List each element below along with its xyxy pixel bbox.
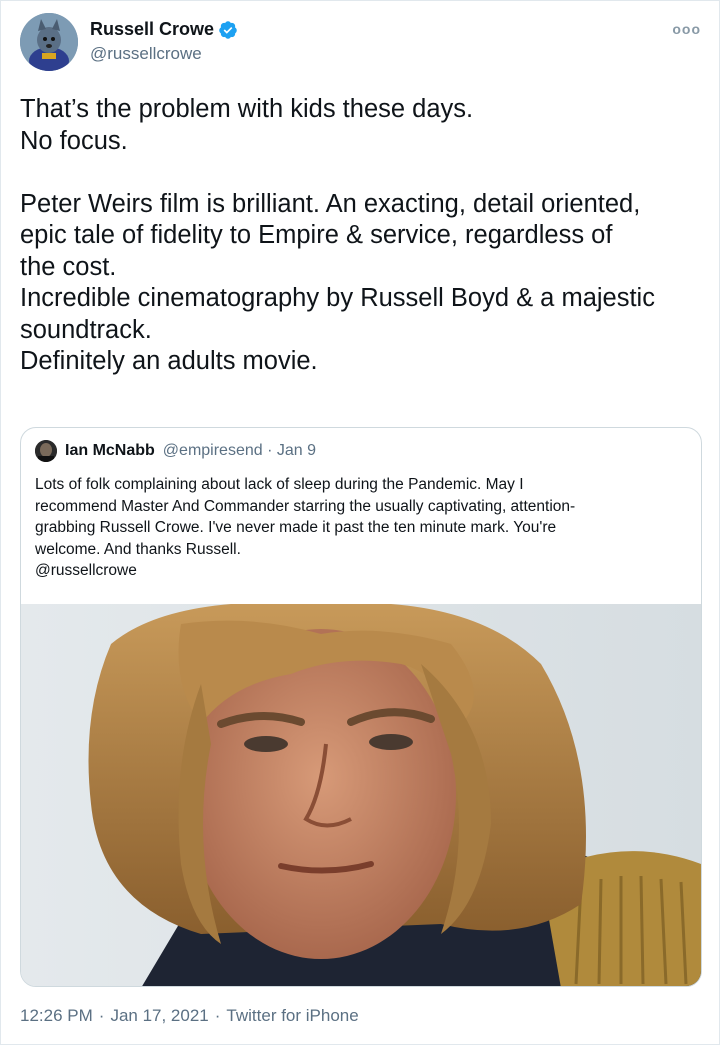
quoted-text-line: welcome. And thanks Russell. bbox=[35, 540, 241, 558]
tweet-time[interactable]: 12:26 PM bbox=[20, 1006, 93, 1026]
author-avatar[interactable] bbox=[20, 13, 78, 71]
meta-separator: · bbox=[98, 1006, 105, 1025]
tweet-text-line: Definitely an adults movie. bbox=[20, 347, 318, 375]
quoted-author-handle-date: @empiresend · Jan 9 bbox=[162, 442, 316, 459]
author-name[interactable]: Russell Crowe bbox=[90, 19, 214, 40]
quoted-tweet[interactable]: Ian McNabb @empiresend · Jan 9 Lots of f… bbox=[20, 427, 702, 987]
tweet-text-line: epic tale of fidelity to Empire & servic… bbox=[20, 221, 613, 249]
tweet-text-line: That’s the problem with kids these days. bbox=[20, 95, 474, 123]
quoted-author-avatar bbox=[35, 440, 57, 462]
tweet-meta: 12:26 PM · Jan 17, 2021 · Twitter for iP… bbox=[20, 1006, 359, 1026]
quoted-tweet-text: Lots of folk complaining about lack of s… bbox=[35, 474, 695, 582]
author-handle[interactable]: @russellcrowe bbox=[90, 44, 202, 64]
tweet-text-line: No focus. bbox=[20, 126, 128, 155]
tweet-date[interactable]: Jan 17, 2021 bbox=[110, 1006, 208, 1026]
quoted-tweet-image[interactable] bbox=[21, 604, 701, 986]
meta-separator: · bbox=[214, 1006, 221, 1025]
tweet-text-line: soundtrack. bbox=[20, 315, 152, 344]
quoted-author-name: Ian McNabb bbox=[65, 442, 155, 459]
quoted-text-line: @russellcrowe bbox=[35, 562, 137, 579]
verified-badge-icon bbox=[219, 20, 237, 39]
tweet-text-line: the cost. bbox=[20, 252, 117, 281]
more-options-icon[interactable]: ooo bbox=[672, 21, 701, 37]
tweet-text-line: Incredible cinematography by Russell Boy… bbox=[20, 284, 655, 312]
quoted-tweet-header: Ian McNabb @empiresend · Jan 9 bbox=[35, 440, 316, 462]
tweet-card: Russell Crowe @russellcrowe ooo That’s t… bbox=[0, 0, 720, 1045]
quoted-text-line: recommend Master And Commander starring … bbox=[35, 497, 576, 515]
tweet-text-line: Peter Weirs film is brilliant. An exacti… bbox=[20, 189, 641, 218]
tweet-text: That’s the problem with kids these days.… bbox=[20, 94, 710, 378]
quoted-text-line: grabbing Russell Crowe. I've never made … bbox=[35, 519, 557, 536]
tweet-source[interactable]: Twitter for iPhone bbox=[226, 1006, 358, 1026]
quoted-text-line: Lots of folk complaining about lack of s… bbox=[35, 476, 524, 493]
author-name-row[interactable]: Russell Crowe bbox=[90, 19, 238, 40]
